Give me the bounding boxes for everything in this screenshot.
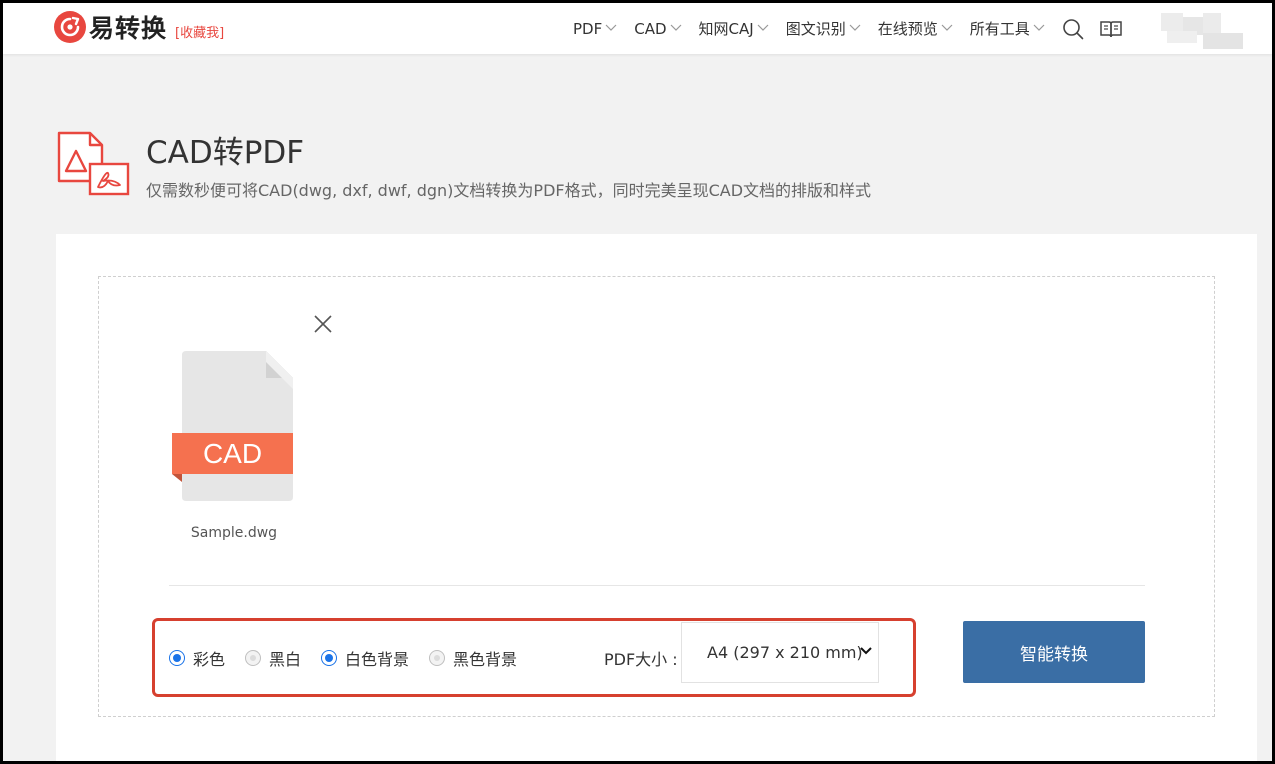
chevron-down-icon [670,24,681,31]
radio-white-background[interactable]: 白色背景 [321,646,409,670]
pdf-size-label: PDF大小 : [604,649,678,669]
divider [169,585,1145,586]
nav-item-cad[interactable]: CAD [634,20,681,38]
page-title: CAD转PDF [146,135,305,171]
radio-label: 黑色背景 [453,649,518,669]
radio-black-background[interactable]: 黑色背景 [429,646,517,670]
chevron-down-icon [849,24,861,31]
chevron-down-icon [860,647,872,655]
page-subtitle: 仅需数秒便可将CAD(dwg, dxf, dwf, dgn)文档转换为PDF格式… [146,181,872,200]
search-icon [1062,18,1084,39]
radio-button[interactable] [169,649,185,666]
radio-black-white[interactable]: 黑白 [245,646,301,670]
radio-label: 彩色 [193,649,226,669]
nav-item-pdf[interactable]: PDF [573,20,617,38]
nav-item-caj[interactable]: 知网CAJ [699,18,769,39]
file-name: Sample.dwg [190,525,278,541]
main-nav: PDF CAD 知网CAJ 图文识别 在线预览 所有工具 [573,3,1138,54]
chevron-down-icon [1033,24,1045,31]
logo-icon [54,11,86,43]
book-icon [1100,20,1122,37]
nav-item-label: PDF [573,19,603,38]
bookmark-link[interactable]: [收藏我] [175,22,224,41]
top-header: 易转换 [收藏我] PDF CAD 知网CAJ 图文识别 在线预览 所有工具 [3,3,1272,54]
radio-color[interactable]: 彩色 [169,646,225,670]
radio-button[interactable] [429,649,446,666]
logo-text: 易转换 [89,14,168,43]
app-window: 易转换 [收藏我] PDF CAD 知网CAJ 图文识别 在线预览 所有工具 C… [0,0,1275,764]
radio-label: 黑白 [269,649,302,669]
pdf-size-select[interactable]: A4 (297 x 210 mm) [681,622,879,683]
radio-button[interactable] [245,649,262,666]
pdf-size-value: A4 (297 x 210 mm) [707,643,863,662]
nav-item-preview[interactable]: 在线预览 [878,18,953,39]
nav-item-label: CAD [634,19,667,38]
cad-to-pdf-icon [57,131,130,196]
chevron-down-icon [605,24,617,31]
site-logo[interactable]: 易转换 [收藏我] [54,10,224,44]
nav-item-label: 图文识别 [785,20,846,38]
cad-file-icon [172,351,293,501]
file-dropzone[interactable]: CAD Sample.dwg 彩色 黑白 白色背景 黑色背景 PDF大小: A… [98,276,1215,717]
user-avatar[interactable] [1161,13,1245,49]
radio-label: 白色背景 [345,649,410,669]
nav-item-label: 在线预览 [877,20,938,38]
nav-item-all-tools[interactable]: 所有工具 [970,18,1045,39]
chevron-down-icon [941,24,953,31]
reader-button[interactable] [1100,20,1122,38]
conversion-options: 彩色 黑白 白色背景 黑色背景 PDF大小 : A4 (297 x 210 mm… [152,618,916,697]
file-type-badge: CAD [202,437,263,469]
radio-button[interactable] [321,649,338,666]
nav-item-label: 所有工具 [969,20,1030,38]
nav-item-ocr[interactable]: 图文识别 [786,18,861,39]
search-button[interactable] [1062,18,1084,40]
convert-button[interactable]: 智能转换 [963,621,1145,683]
converter-panel: CAD Sample.dwg 彩色 黑白 白色背景 黑色背景 PDF大小: A… [56,234,1257,761]
close-icon[interactable] [312,313,334,335]
chevron-down-icon [757,24,769,31]
nav-item-label: 知网CAJ [698,20,754,38]
